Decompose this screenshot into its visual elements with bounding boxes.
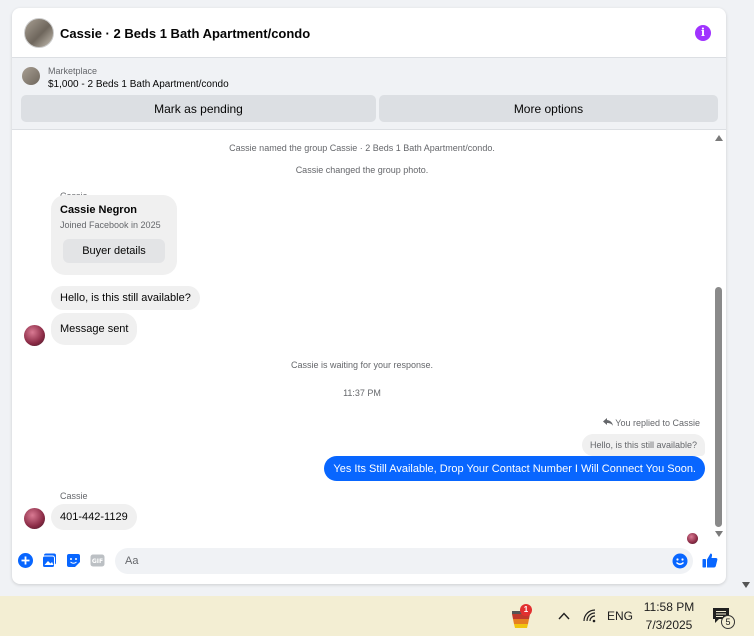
reply-icon xyxy=(602,418,615,428)
sender-name: Cassie xyxy=(60,491,88,501)
mark-pending-button[interactable]: Mark as pending xyxy=(21,95,376,122)
listing-title[interactable]: $1,000 - 2 Beds 1 Bath Apartment/condo xyxy=(48,79,229,90)
photo-icon[interactable] xyxy=(42,553,57,568)
seen-avatar xyxy=(687,533,698,544)
page-scroll-down-icon[interactable] xyxy=(742,582,750,588)
taskbar: 1 ENG 11:58 PM 7/3/2025 5 xyxy=(0,596,754,636)
sender-avatar[interactable] xyxy=(24,508,45,529)
system-message: Cassie changed the group photo. xyxy=(295,165,429,175)
more-options-button[interactable]: More options xyxy=(379,95,718,122)
timestamp: 11:37 PM xyxy=(343,388,381,398)
outgoing-message[interactable]: Yes Its Still Available, Drop Your Conta… xyxy=(324,456,705,481)
message-input-box xyxy=(115,548,693,574)
notification-count: 5 xyxy=(721,615,735,629)
wifi-icon[interactable] xyxy=(582,608,598,624)
language-indicator[interactable]: ENG xyxy=(607,609,633,623)
thread-scrollbar[interactable] xyxy=(712,131,726,541)
waiting-status: Cassie is waiting for your response. xyxy=(290,360,434,370)
incoming-message[interactable]: 401-442-1129 xyxy=(51,504,137,530)
chevron-up-icon[interactable] xyxy=(556,608,572,624)
app-notification-badge: 1 xyxy=(520,604,532,616)
scrollbar-thumb[interactable] xyxy=(715,287,722,527)
group-avatar[interactable] xyxy=(24,18,54,48)
svg-text:GIF: GIF xyxy=(92,558,103,565)
chat-window: Cassie · 2 Beds 1 Bath Apartment/condo i… xyxy=(12,8,726,584)
clock-date[interactable]: 7/3/2025 xyxy=(640,618,698,632)
gif-icon[interactable]: GIF xyxy=(90,553,105,568)
scroll-up-arrow-icon[interactable] xyxy=(715,135,723,141)
chat-header: Cassie · 2 Beds 1 Bath Apartment/condo i xyxy=(12,8,726,58)
system-message: Cassie named the group Cassie · 2 Beds 1… xyxy=(229,143,495,153)
clock-time[interactable]: 11:58 PM xyxy=(640,600,698,614)
marketplace-label: Marketplace xyxy=(48,66,98,76)
incoming-message[interactable]: Message sent xyxy=(51,313,138,345)
scroll-down-arrow-icon[interactable] xyxy=(715,531,723,537)
composer: GIF xyxy=(12,544,726,578)
buyer-name: Cassie Negron xyxy=(60,204,138,216)
marketplace-banner: Marketplace $1,000 - 2 Beds 1 Bath Apart… xyxy=(12,58,726,130)
message-thread: Cassie named the group Cassie · 2 Beds 1… xyxy=(12,131,726,544)
sender-avatar[interactable] xyxy=(24,325,45,346)
buyer-joined: Joined Facebook in 2025 xyxy=(60,220,161,230)
plus-icon[interactable] xyxy=(18,553,33,568)
buyer-details-button[interactable]: Buyer details xyxy=(63,239,165,263)
reply-indicator: You replied to Cassie xyxy=(602,418,700,428)
buyer-card: Cassie Negron Joined Facebook in 2025 Bu… xyxy=(51,195,177,275)
emoji-icon[interactable] xyxy=(672,553,688,569)
info-icon[interactable]: i xyxy=(695,25,711,41)
chat-title[interactable]: Cassie · 2 Beds 1 Bath Apartment/condo xyxy=(60,26,310,41)
reply-label: You replied to Cassie xyxy=(615,418,700,428)
sticker-icon[interactable] xyxy=(66,553,81,568)
listing-thumbnail[interactable] xyxy=(22,67,40,85)
quoted-message[interactable]: Hello, is this still available? xyxy=(581,434,705,456)
incoming-message[interactable]: Hello, is this still available? xyxy=(51,286,200,310)
like-icon[interactable] xyxy=(702,552,718,568)
message-input[interactable] xyxy=(115,548,655,574)
